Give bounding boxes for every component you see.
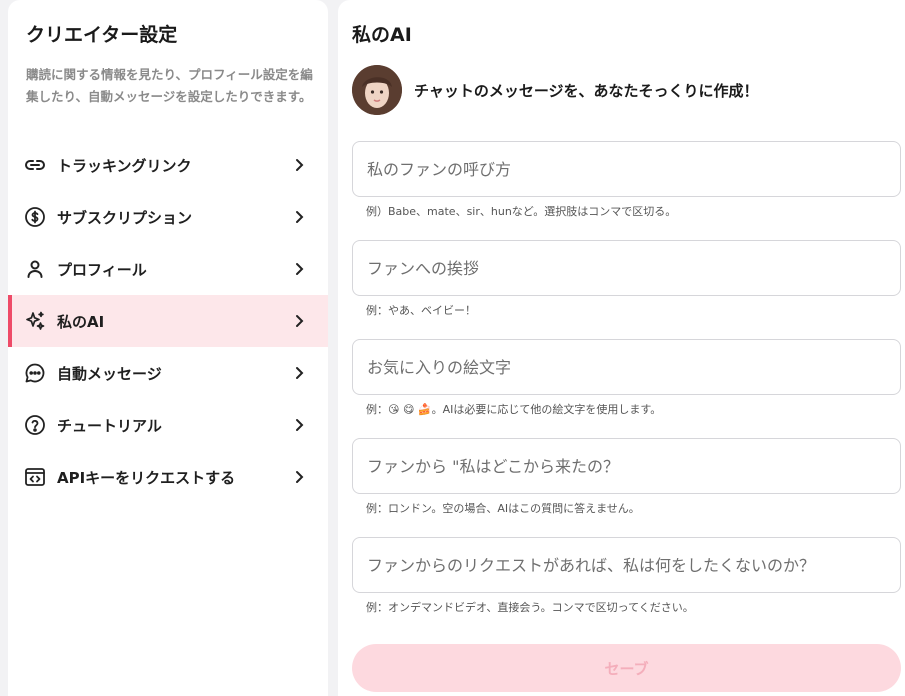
- sidebar-description: 購読に関する情報を見たり、プロフィール設定を編集したり、自動メッセージを設定した…: [26, 67, 313, 104]
- sparkles-icon: [24, 310, 46, 332]
- chat-bubble-icon: [24, 362, 46, 384]
- my-ai-panel: 私のAI チャットのメッセージを、あなたそっくりに作成！ 例）Babe、mate…: [338, 0, 905, 696]
- fan-nickname-hint: 例）Babe、mate、sir、hunなど。選択肢はコンマで区切る。: [366, 205, 677, 218]
- chevron-right-icon: [296, 471, 304, 483]
- chevron-right-icon: [296, 315, 304, 327]
- greeting-hint: 例：やあ、ベイビー！: [366, 304, 476, 317]
- link-icon: [24, 154, 46, 176]
- favorite-emoji-input[interactable]: [352, 339, 901, 395]
- sidebar-item-label: 私のAI: [57, 312, 105, 331]
- sidebar-item-label: サブスクリプション: [57, 208, 193, 227]
- greeting-input[interactable]: [352, 240, 901, 296]
- sidebar-item-auto-messages[interactable]: 自動メッセージ: [8, 347, 328, 399]
- sidebar-item-label: プロフィール: [57, 260, 147, 279]
- settings-nav: トラッキングリンク サブスクリプション プロフィール 私のAI 自動メッセージ …: [8, 139, 328, 503]
- hometown-input[interactable]: [352, 438, 901, 494]
- sidebar-item-profile[interactable]: プロフィール: [8, 243, 328, 295]
- hometown-hint: 例：ロンドン。空の場合、AIはこの質問に答えません。: [366, 502, 640, 515]
- sidebar-title: クリエイター設定: [26, 24, 178, 46]
- chevron-right-icon: [296, 367, 304, 379]
- dollar-icon: [24, 206, 46, 228]
- chevron-right-icon: [296, 159, 304, 171]
- page-title: 私のAI: [352, 24, 412, 46]
- intro-text: チャットのメッセージを、あなたそっくりに作成！: [414, 82, 759, 100]
- save-button[interactable]: セーブ: [352, 644, 901, 692]
- sidebar-item-label: 自動メッセージ: [57, 364, 162, 383]
- sidebar-item-label: チュートリアル: [57, 416, 162, 435]
- sidebar-item-subscriptions[interactable]: サブスクリプション: [8, 191, 328, 243]
- sidebar-item-label: トラッキングリンク: [57, 156, 192, 175]
- sidebar-item-label: APIキーをリクエストする: [57, 468, 236, 487]
- restrictions-input[interactable]: [352, 537, 901, 593]
- settings-sidebar: クリエイター設定 購読に関する情報を見たり、プロフィール設定を編集したり、自動メ…: [8, 0, 328, 696]
- fan-nickname-input[interactable]: [352, 141, 901, 197]
- sidebar-item-my-ai[interactable]: 私のAI: [8, 295, 328, 347]
- question-icon: [24, 414, 46, 436]
- sidebar-item-tutorial[interactable]: チュートリアル: [8, 399, 328, 451]
- chevron-right-icon: [296, 419, 304, 431]
- sidebar-item-api-key[interactable]: APIキーをリクエストする: [8, 451, 328, 503]
- user-icon: [24, 258, 46, 280]
- code-window-icon: [24, 466, 46, 488]
- restrictions-hint: 例：オンデマンドビデオ、直接会う。コンマで区切ってください。: [366, 601, 694, 614]
- chevron-right-icon: [296, 263, 304, 275]
- avatar: [352, 65, 402, 115]
- sidebar-item-tracking-links[interactable]: トラッキングリンク: [8, 139, 328, 191]
- favorite-emoji-hint: 例：😘 😋 🍰。AIは必要に応じて他の絵文字を使用します。: [366, 403, 662, 416]
- chevron-right-icon: [296, 211, 304, 223]
